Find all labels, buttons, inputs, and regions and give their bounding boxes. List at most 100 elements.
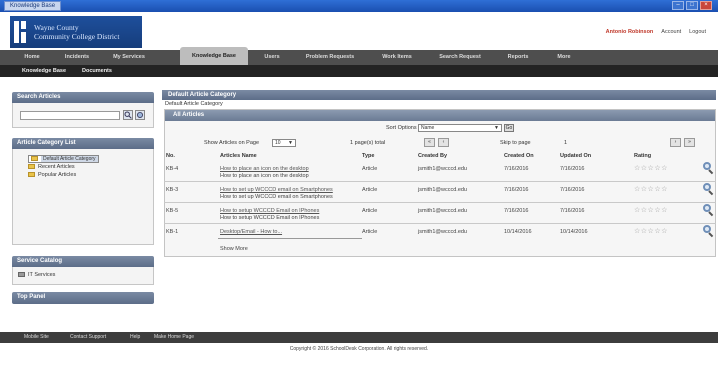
nav-knowledge-base[interactable]: Knowledge Base	[180, 47, 248, 65]
footer-bar: Mobile Site Contact Support Help Make Ho…	[0, 332, 718, 343]
view-article-icon[interactable]	[702, 225, 714, 238]
row-divider	[164, 223, 716, 224]
row-no: KB-4	[166, 166, 179, 172]
nav-my-services[interactable]: My Services	[104, 50, 154, 65]
nav-incidents[interactable]: Incidents	[56, 50, 98, 65]
col-updated-on[interactable]: Updated On	[560, 153, 591, 159]
prev-page-button[interactable]: ‹	[438, 138, 449, 147]
row-created-by: jsmith1@wcccd.edu	[418, 166, 467, 172]
row-type: Article	[362, 208, 378, 214]
logo-mark-icon	[14, 21, 28, 43]
nav-work-items[interactable]: Work Items	[372, 50, 422, 65]
rating-stars[interactable]: ☆☆☆☆☆	[634, 164, 668, 172]
folder-icon	[28, 164, 35, 170]
row-created-on: 7/16/2016	[504, 166, 529, 172]
view-article-icon[interactable]	[702, 162, 714, 175]
last-page-button[interactable]: »	[684, 138, 695, 147]
nav-problem-requests[interactable]: Problem Requests	[296, 50, 364, 65]
col-article-name[interactable]: Articles Name	[220, 153, 257, 159]
article-link[interactable]: How to set up WCCCD email on Smartphones	[220, 187, 333, 193]
nav-more[interactable]: More	[546, 50, 582, 65]
col-created-by[interactable]: Created By	[418, 153, 447, 159]
advanced-search-button[interactable]	[135, 110, 145, 120]
pages-total: 1 page(s) total	[350, 140, 386, 146]
search-panel	[12, 103, 154, 128]
chevron-down-icon: ▼	[494, 125, 499, 131]
minimize-button[interactable]: –	[672, 1, 684, 10]
account-link[interactable]: Account	[661, 29, 681, 35]
footer-link-help[interactable]: Help	[130, 332, 140, 343]
catalog-panel-title: Service Catalog	[12, 256, 154, 267]
sort-select[interactable]: Name ▼	[418, 124, 502, 132]
category-item-recent[interactable]: Recent Articles	[28, 164, 75, 170]
sort-label: Sort Options	[386, 125, 417, 131]
site-header: Wayne County Community College District …	[0, 12, 718, 50]
first-page-icon: «	[428, 139, 431, 145]
next-page-icon: ›	[674, 139, 677, 145]
category-item-popular[interactable]: Popular Articles	[28, 172, 76, 178]
folder-icon	[28, 172, 35, 178]
close-button[interactable]: ×	[700, 1, 712, 10]
top-links: Antonio Robinson Account Logout	[606, 29, 706, 35]
nav-search-request[interactable]: Search Request	[430, 50, 490, 65]
footer-link-contact[interactable]: Contact Support	[70, 332, 106, 343]
college-logo[interactable]: Wayne County Community College District	[10, 16, 142, 48]
copyright: Copyright © 2016 SchoolDesk Corporation.…	[289, 346, 429, 352]
maximize-button[interactable]: □	[686, 1, 698, 10]
nav-home[interactable]: Home	[14, 50, 50, 65]
chevron-down-icon: ▼	[288, 140, 293, 146]
sort-go-button[interactable]: Go	[504, 124, 514, 132]
article-link[interactable]: How to place an icon on the desktop	[220, 166, 309, 172]
user-name[interactable]: Antonio Robinson	[606, 29, 654, 35]
article-link[interactable]: Desktop/Email - How to...	[220, 229, 282, 235]
category-item-default[interactable]: Default Article Category	[28, 155, 99, 163]
window-titlebar: Knowledge Base – □ ×	[0, 0, 718, 12]
search-go-button[interactable]	[123, 110, 133, 120]
logo-text-line1: Wayne County	[34, 23, 79, 32]
last-page-icon: »	[688, 139, 691, 145]
nav-users[interactable]: Users	[256, 50, 288, 65]
rating-stars[interactable]: ☆☆☆☆☆	[634, 227, 668, 235]
article-description: How to setup WCCCD Email on IPhones	[220, 215, 320, 221]
page-size-select[interactable]: 10 ▼	[272, 139, 296, 147]
show-articles-label: Show Articles on Page	[204, 140, 260, 146]
rating-stars[interactable]: ☆☆☆☆☆	[634, 206, 668, 214]
footer-link-mobile[interactable]: Mobile Site	[24, 332, 49, 343]
category-panel-title: Article Category List	[12, 138, 154, 149]
row-created-on: 7/16/2016	[504, 208, 529, 214]
window-controls: – □ ×	[672, 1, 712, 10]
row-created-by: jsmith1@wcccd.edu	[418, 229, 467, 235]
catalog-icon	[18, 272, 25, 278]
row-type: Article	[362, 229, 378, 235]
col-type[interactable]: Type	[362, 153, 374, 159]
row-updated-on: 7/16/2016	[560, 208, 585, 214]
view-article-icon[interactable]	[702, 204, 714, 217]
row-divider	[164, 181, 716, 182]
row-updated-on: 7/16/2016	[560, 166, 585, 172]
subnav-knowledge-base[interactable]: Knowledge Base	[22, 65, 66, 77]
advanced-search-icon	[137, 112, 143, 118]
search-input[interactable]	[20, 111, 120, 120]
subnav-documents[interactable]: Documents	[82, 65, 112, 77]
article-link[interactable]: How to setup WCCCD Email on IPhones	[220, 208, 319, 214]
top-panel-title[interactable]: Top Panel	[12, 292, 154, 304]
row-no: KB-5	[166, 208, 179, 214]
col-created-on[interactable]: Created On	[504, 153, 534, 159]
footer-link-home-page[interactable]: Make Home Page	[154, 332, 194, 343]
row-type: Article	[362, 187, 378, 193]
next-page-button[interactable]: ›	[670, 138, 681, 147]
row-no: KB-3	[166, 187, 179, 193]
logout-link[interactable]: Logout	[689, 29, 706, 35]
row-type: Article	[362, 166, 378, 172]
catalog-item-it-services[interactable]: IT Services	[18, 272, 55, 278]
browser-tab[interactable]: Knowledge Base	[4, 1, 62, 11]
first-page-button[interactable]: «	[424, 138, 435, 147]
main-nav: Home Incidents My Services Knowledge Bas…	[0, 47, 718, 65]
rating-stars[interactable]: ☆☆☆☆☆	[634, 185, 668, 193]
skip-page-input[interactable]: 1	[564, 140, 567, 146]
nav-reports[interactable]: Reports	[498, 50, 538, 65]
show-more-link[interactable]: Show More	[220, 246, 248, 252]
skip-label: Skip to page	[500, 140, 531, 146]
view-article-icon[interactable]	[702, 183, 714, 196]
col-rating: Rating	[634, 153, 652, 159]
